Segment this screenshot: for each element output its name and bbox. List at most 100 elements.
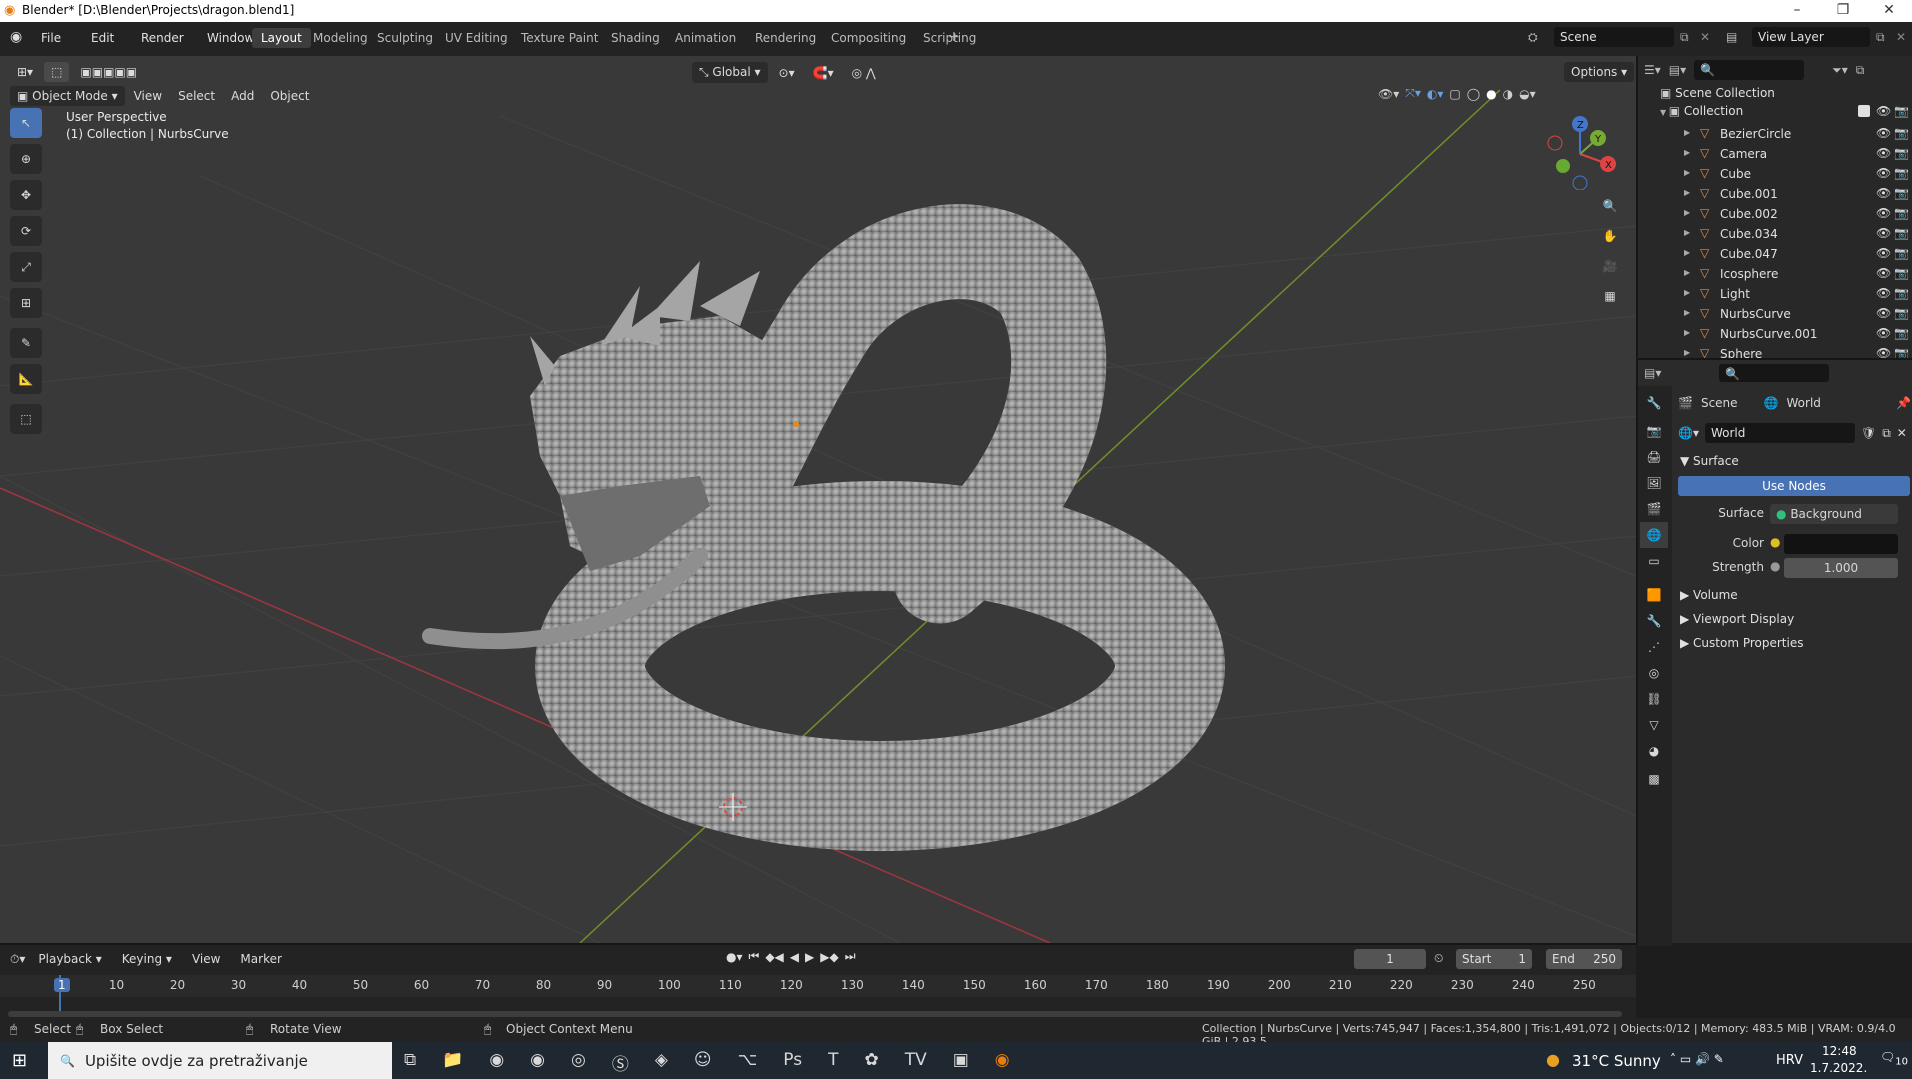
surface-section-header[interactable]: ▼ Surface bbox=[1680, 454, 1739, 468]
properties-editor-icon[interactable]: ▤▾ bbox=[1644, 366, 1661, 380]
app-icon[interactable]: ◎ bbox=[571, 1050, 586, 1075]
output-tab-icon[interactable]: 🖨 bbox=[1640, 444, 1668, 470]
marker-menu[interactable]: Marker bbox=[233, 949, 288, 969]
render-camera-icon[interactable]: 📷 bbox=[1894, 126, 1909, 140]
weather-icon[interactable]: ● bbox=[1546, 1050, 1560, 1069]
proportional-edit-icon[interactable]: ◎ ⋀ bbox=[845, 63, 883, 83]
pan-hand-icon[interactable]: ✋ bbox=[1596, 222, 1624, 250]
cursor-tool[interactable]: ⊕ bbox=[10, 144, 42, 174]
clock-icon[interactable]: ⏲ bbox=[1434, 951, 1443, 966]
windows-start-icon[interactable]: ⊞ bbox=[12, 1050, 27, 1071]
move-tool[interactable]: ✥ bbox=[10, 180, 42, 210]
workspace-tab-rendering[interactable]: Rendering bbox=[746, 28, 825, 48]
playback-menu[interactable]: Playback ▾ bbox=[31, 949, 108, 969]
scene-icon[interactable]: ⛭ bbox=[1528, 30, 1538, 45]
timeline-view-menu[interactable]: View bbox=[185, 949, 227, 969]
object-tab-icon[interactable]: 🟧 bbox=[1640, 582, 1668, 608]
jump-start-icon[interactable]: ⏮ bbox=[749, 949, 760, 964]
view-layer-field[interactable]: View Layer bbox=[1752, 27, 1870, 47]
visibility-eye-icon[interactable]: 👁 bbox=[1876, 246, 1891, 260]
outliner-row[interactable]: ▶ ▽ Icosphere 👁 📷 bbox=[1638, 264, 1912, 284]
color-swatch[interactable] bbox=[1784, 534, 1898, 554]
workspace-tab-scripting[interactable]: Scripting bbox=[914, 28, 985, 48]
viewport-menu-add[interactable]: Add bbox=[224, 86, 261, 106]
rendered-shading-icon[interactable]: ◒▾ bbox=[1519, 87, 1536, 101]
rotate-tool[interactable]: ⟳ bbox=[10, 216, 42, 246]
material-shading-icon[interactable]: ◑ bbox=[1503, 87, 1513, 101]
unlink-world-icon[interactable]: ✕ bbox=[1897, 426, 1907, 440]
unity-icon[interactable]: ◈ bbox=[655, 1050, 668, 1075]
expand-triangle-icon[interactable]: ▶ bbox=[1684, 128, 1690, 137]
transform-tool[interactable]: ⊞ bbox=[10, 288, 42, 318]
volume-section-header[interactable]: ▶ Volume bbox=[1680, 588, 1738, 602]
next-keyframe-icon[interactable]: ▶◆ bbox=[820, 950, 838, 964]
menu-render[interactable]: Render bbox=[134, 28, 191, 48]
visibility-eye-icon[interactable]: 👁 bbox=[1876, 166, 1891, 180]
new-view-layer-icon[interactable]: ⧉ bbox=[1876, 30, 1885, 45]
view-layer-icon[interactable]: ▤ bbox=[1726, 30, 1737, 44]
menu-edit[interactable]: Edit bbox=[84, 28, 121, 48]
view-layer-tab-icon[interactable]: 🖼 bbox=[1640, 470, 1668, 496]
data-tab-icon[interactable]: ▽ bbox=[1640, 712, 1668, 738]
render-camera-icon[interactable]: 📷 bbox=[1894, 326, 1909, 340]
outliner-row[interactable]: ▶ ▽ Cube.002 👁 📷 bbox=[1638, 204, 1912, 224]
twitch-icon[interactable]: TV bbox=[905, 1050, 927, 1075]
editor-type-icon[interactable]: ⊞▾ bbox=[10, 62, 40, 82]
expand-triangle-icon[interactable]: ▶ bbox=[1684, 308, 1690, 317]
perspective-toggle-icon[interactable]: ▦ bbox=[1596, 282, 1624, 310]
select-box-tool[interactable]: ↖ bbox=[10, 108, 42, 138]
workspace-tab-texture-paint[interactable]: Texture Paint bbox=[512, 28, 607, 48]
file-explorer-icon[interactable]: 📁 bbox=[442, 1050, 463, 1075]
collection-visibility-icon[interactable]: 👁 bbox=[1876, 104, 1891, 118]
menu-file[interactable]: File bbox=[34, 28, 68, 48]
render-camera-icon[interactable]: 📷 bbox=[1894, 286, 1909, 300]
render-camera-icon[interactable]: 📷 bbox=[1894, 166, 1909, 180]
outliner-row[interactable]: ▶ ▽ Light 👁 📷 bbox=[1638, 284, 1912, 304]
world-name-field[interactable]: World bbox=[1704, 423, 1855, 443]
snap-icon[interactable]: 🧲▾ bbox=[806, 63, 841, 83]
expand-triangle-icon[interactable]: ▶ bbox=[1684, 228, 1690, 237]
collapse-triangle-icon[interactable]: ▼ bbox=[1660, 108, 1669, 117]
timeline-scrollbar[interactable] bbox=[8, 1011, 1622, 1017]
vscode-icon[interactable]: ⌥ bbox=[738, 1050, 758, 1075]
render-camera-icon[interactable]: 📷 bbox=[1894, 246, 1909, 260]
prev-keyframe-icon[interactable]: ◆◀ bbox=[765, 950, 783, 964]
delete-view-layer-icon[interactable]: ✕ bbox=[1896, 30, 1906, 44]
workspace-tab-layout[interactable]: Layout bbox=[252, 28, 311, 48]
custom-properties-section-header[interactable]: ▶ Custom Properties bbox=[1680, 636, 1803, 650]
expand-triangle-icon[interactable]: ▶ bbox=[1684, 168, 1690, 177]
navigation-gizmo[interactable]: X Y Z bbox=[1540, 110, 1620, 190]
xray-icon[interactable]: ▢ bbox=[1449, 87, 1460, 101]
outliner-editor-icon[interactable]: ☰▾ bbox=[1644, 63, 1661, 77]
expand-triangle-icon[interactable]: ▶ bbox=[1684, 248, 1690, 257]
texture-tab-icon[interactable]: ▩ bbox=[1640, 766, 1668, 792]
language-indicator[interactable]: HRV bbox=[1776, 1053, 1803, 1068]
expand-triangle-icon[interactable]: ▶ bbox=[1684, 328, 1690, 337]
record-icon[interactable]: ●▾ bbox=[726, 950, 743, 964]
clock-time[interactable]: 12:48 bbox=[1822, 1044, 1857, 1058]
play-reverse-icon[interactable]: ◀ bbox=[790, 950, 799, 964]
viewport-menu-object[interactable]: Object bbox=[263, 86, 316, 106]
fake-user-icon[interactable]: 🛡 bbox=[1861, 426, 1876, 440]
outliner-row[interactable]: ▶ ▽ Cube.001 👁 📷 bbox=[1638, 184, 1912, 204]
close-button[interactable]: ✕ bbox=[1866, 0, 1912, 22]
visibility-eye-icon[interactable]: 👁 bbox=[1876, 186, 1891, 200]
system-tray-icons[interactable]: ˄ ▭ 🔊 ✎ bbox=[1670, 1052, 1724, 1066]
collection-checkbox[interactable] bbox=[1858, 105, 1870, 117]
properties-search-input[interactable]: 🔍 bbox=[1719, 364, 1830, 382]
end-frame-field[interactable]: End 250 bbox=[1546, 949, 1622, 969]
transform-orientation-dropdown[interactable]: ⤡ Global ▾ bbox=[692, 62, 768, 83]
render-camera-icon[interactable]: 📷 bbox=[1894, 226, 1909, 240]
blender-menu-icon[interactable]: ◉ bbox=[10, 29, 22, 45]
outliner-search-input[interactable]: 🔍 bbox=[1694, 60, 1805, 80]
visibility-eye-icon[interactable]: 👁 bbox=[1876, 206, 1891, 220]
expand-triangle-icon[interactable]: ▶ bbox=[1684, 348, 1690, 357]
clock-date[interactable]: 1.7.2022. bbox=[1810, 1061, 1867, 1075]
maximize-button[interactable]: ❐ bbox=[1820, 0, 1866, 22]
photoshop-icon[interactable]: Ps bbox=[783, 1050, 802, 1075]
object-mode-dropdown[interactable]: ▣ Object Mode ▾ bbox=[10, 86, 125, 106]
outliner-row[interactable]: ▶ ▽ Camera 👁 📷 bbox=[1638, 144, 1912, 164]
pin-icon[interactable]: 📌 bbox=[1896, 396, 1911, 410]
app-dark-icon[interactable]: ▣ bbox=[953, 1050, 969, 1075]
notification-icon[interactable]: 🗨10 bbox=[1880, 1050, 1908, 1067]
